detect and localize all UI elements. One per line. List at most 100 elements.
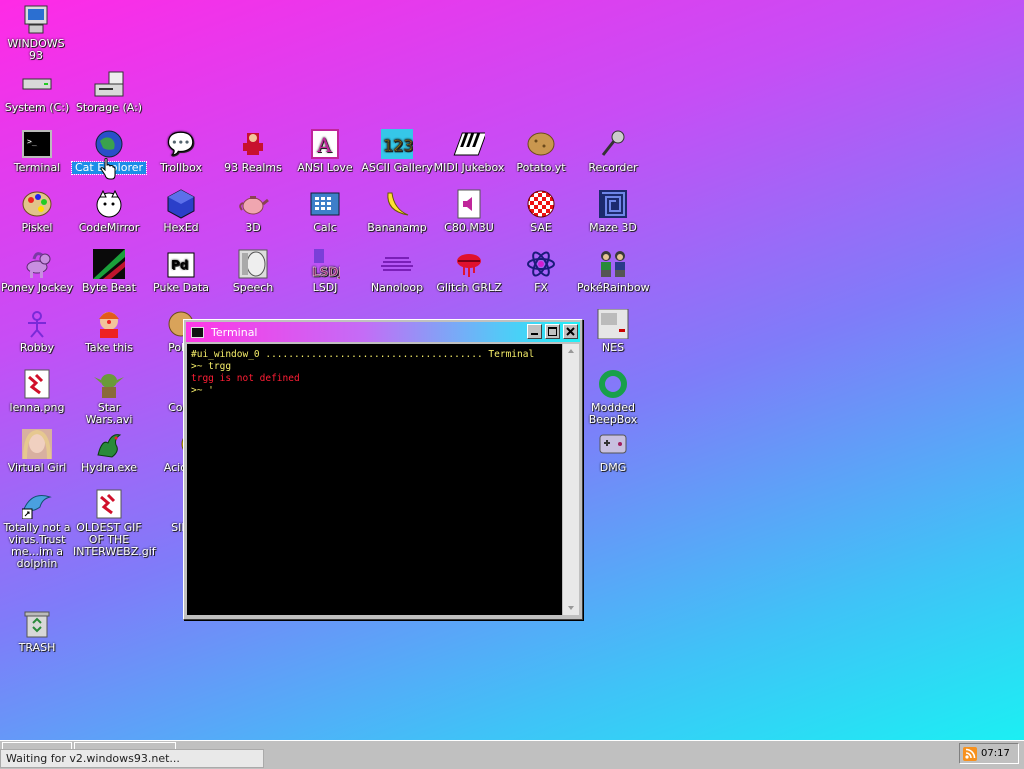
desktop-icon-virtual-girl[interactable]: Virtual Girl [0, 428, 74, 474]
svg-text:A: A [316, 133, 332, 157]
maximize-button[interactable] [545, 324, 560, 339]
desktop-icon-label: Speech [232, 281, 274, 294]
desktop-icon-glitch-grlz[interactable]: Glitch GRLZ [432, 248, 506, 294]
taskbar-button-terminal[interactable] [74, 742, 176, 749]
checkered-ball-icon [525, 188, 557, 220]
image-file-icon [93, 488, 125, 520]
desktop-icon-calc[interactable]: Calc [288, 188, 362, 234]
teapot-icon [237, 188, 269, 220]
desktop-icon-label: HexEd [163, 221, 199, 234]
desktop-icon-recorder[interactable]: Recorder [576, 128, 650, 174]
desktop-icon-midi-jukebox[interactable]: MIDI Jukebox [432, 128, 506, 174]
wizard-icon [237, 128, 269, 160]
desktop-icon-label: Glitch GRLZ [436, 281, 502, 294]
terminal-output[interactable]: #ui_window_0 ...........................… [187, 344, 562, 615]
desktop-icon-label: Trollbox [159, 161, 203, 174]
desktop-icon-label: FX [534, 281, 548, 294]
desktop-icon-label: WINDOWS 93 [7, 37, 65, 62]
terminal-window-icon [191, 326, 204, 338]
minimize-icon [531, 333, 538, 335]
desktop-icon-label: PokéRainbow [577, 281, 650, 294]
image-file-icon [21, 368, 53, 400]
dragon-icon [93, 428, 125, 460]
ring-icon [597, 368, 629, 400]
desktop-icon-piskel[interactable]: Piskel [0, 188, 74, 234]
minimize-button[interactable] [527, 324, 542, 339]
microphone-icon [597, 128, 629, 160]
desktop-icon-label: lenna.png [9, 401, 65, 414]
clown-icon [93, 308, 125, 340]
svg-text:Pd: Pd [171, 258, 188, 272]
computer-icon [20, 4, 52, 36]
terminal-error-line: trgg is not defined [191, 373, 300, 384]
desktop-icon-fx[interactable]: FX [504, 248, 578, 294]
desktop-icon-3d[interactable]: 3D [216, 188, 290, 234]
desktop-icon-pokerainbow[interactable]: PokéRainbow [576, 248, 650, 294]
desktop-icon-puke-data[interactable]: Pd Puke Data [144, 248, 218, 294]
desktop-icon-label: Potato.yt [516, 161, 566, 174]
desktop-icon-ascii-gallery[interactable]: 123 ASCII Gallery [360, 128, 434, 174]
desktop-icon-label: Terminal [13, 161, 61, 174]
desktop-icon-c80-m3u[interactable]: C80.M3U [432, 188, 506, 234]
desktop-icon-oldest-gif[interactable]: OLDEST GIF OF THE INTERWEBZ.gif [72, 488, 156, 558]
desktop-icon-label: Calc [313, 221, 337, 234]
desktop-icon-nes[interactable]: NES [576, 308, 650, 354]
desktop-icon-label: Poney Jockey [1, 281, 73, 294]
desktop-icon-sae[interactable]: SAE [504, 188, 578, 234]
desktop-icon-bananamp[interactable]: Bananamp [360, 188, 434, 234]
piano-icon [453, 128, 485, 160]
desktop-icon-take-this[interactable]: Take this [72, 308, 146, 354]
desktop-icon-potato-yt[interactable]: Potato.yt [504, 128, 578, 174]
desktop-icon-trash[interactable]: TRASH [0, 608, 74, 654]
browser-status-bar: Waiting for v2.windows93.net... [0, 749, 264, 768]
desktop-icon-nanoloop[interactable]: Nanoloop [360, 248, 434, 294]
desktop-icon-label: 93 Realms [224, 161, 282, 174]
desktop-icon-speech[interactable]: Speech [216, 248, 290, 294]
start-button[interactable] [2, 742, 72, 749]
desktop-icon-label: OLDEST GIF OF THE INTERWEBZ.gif [73, 521, 156, 558]
terminal-prompt-line: >~ ' [191, 385, 214, 396]
hand-cursor-icon [100, 157, 116, 183]
desktop-icon-modded-beepbox[interactable]: Modded BeepBox [576, 368, 650, 426]
desktop-icon-hexed[interactable]: HexEd [144, 188, 218, 234]
svg-text:>_: >_ [27, 137, 37, 146]
desktop-icon-storage-a[interactable]: Storage (A:) [72, 68, 146, 114]
desktop-icon-robby[interactable]: Robby [0, 308, 74, 354]
floppy-drive-icon [93, 68, 125, 100]
desktop-icon-dolphin[interactable]: Totally not a virus.Trust me...im a dolp… [0, 488, 74, 570]
desktop-icon-poney-jockey[interactable]: Poney Jockey [0, 248, 74, 294]
desktop-icon-label: NES [601, 341, 625, 354]
desktop-icon-terminal[interactable]: >_ Terminal [0, 128, 74, 174]
desktop-icon-lenna-png[interactable]: lenna.png [0, 368, 74, 414]
rss-icon[interactable] [963, 746, 977, 761]
desktop-icon-dmg[interactable]: DMG [576, 428, 650, 474]
desktop-icon-star-wars[interactable]: Star Wars.avi [72, 368, 146, 426]
desktop-icon-label: Totally not a virus.Trust me...im a dolp… [3, 521, 71, 570]
terminal-window[interactable]: Terminal #ui_window_0 ..................… [183, 319, 583, 620]
desktop-icon-93-realms[interactable]: 93 Realms [216, 128, 290, 174]
dolphin-icon [21, 488, 53, 520]
desktop-icon-label: DMG [599, 461, 627, 474]
scroll-arrows [568, 349, 574, 610]
terminal-scrollbar[interactable] [563, 344, 579, 615]
close-button[interactable] [563, 324, 578, 339]
terminal-titlebar[interactable]: Terminal [186, 322, 580, 342]
numbers-icon: 123 [381, 128, 413, 160]
desktop-icon-label: Puke Data [153, 281, 209, 294]
desktop-icon-label: MIDI Jukebox [433, 161, 505, 174]
lips-icon [453, 248, 485, 280]
gameboy-icon: LSDJ [309, 248, 341, 280]
banana-icon [381, 188, 413, 220]
desktop-icon-maze-3d[interactable]: Maze 3D [576, 188, 650, 234]
desktop-icon-hydra-exe[interactable]: Hydra.exe [72, 428, 146, 474]
desktop-icon-trollbox[interactable]: 💬 Trollbox [144, 128, 218, 174]
desktop-icon-windows93[interactable]: WINDOWS 93 [0, 4, 72, 62]
terminal-line: >~ trgg [191, 361, 232, 372]
desktop-icon-byte-beat[interactable]: Byte Beat [72, 248, 146, 294]
desktop-icon-lsdj[interactable]: LSDJ LSDJ [288, 248, 362, 294]
desktop-icon-system-c[interactable]: System (C:) [0, 68, 74, 114]
desktop-icon-codemirror[interactable]: CodeMirror [72, 188, 146, 234]
desktop-icon-ansi-love[interactable]: A ANSI Love [288, 128, 362, 174]
chat-bubble-icon: 💬 [167, 131, 195, 157]
desktop-icon-label: Bananamp [367, 221, 427, 234]
